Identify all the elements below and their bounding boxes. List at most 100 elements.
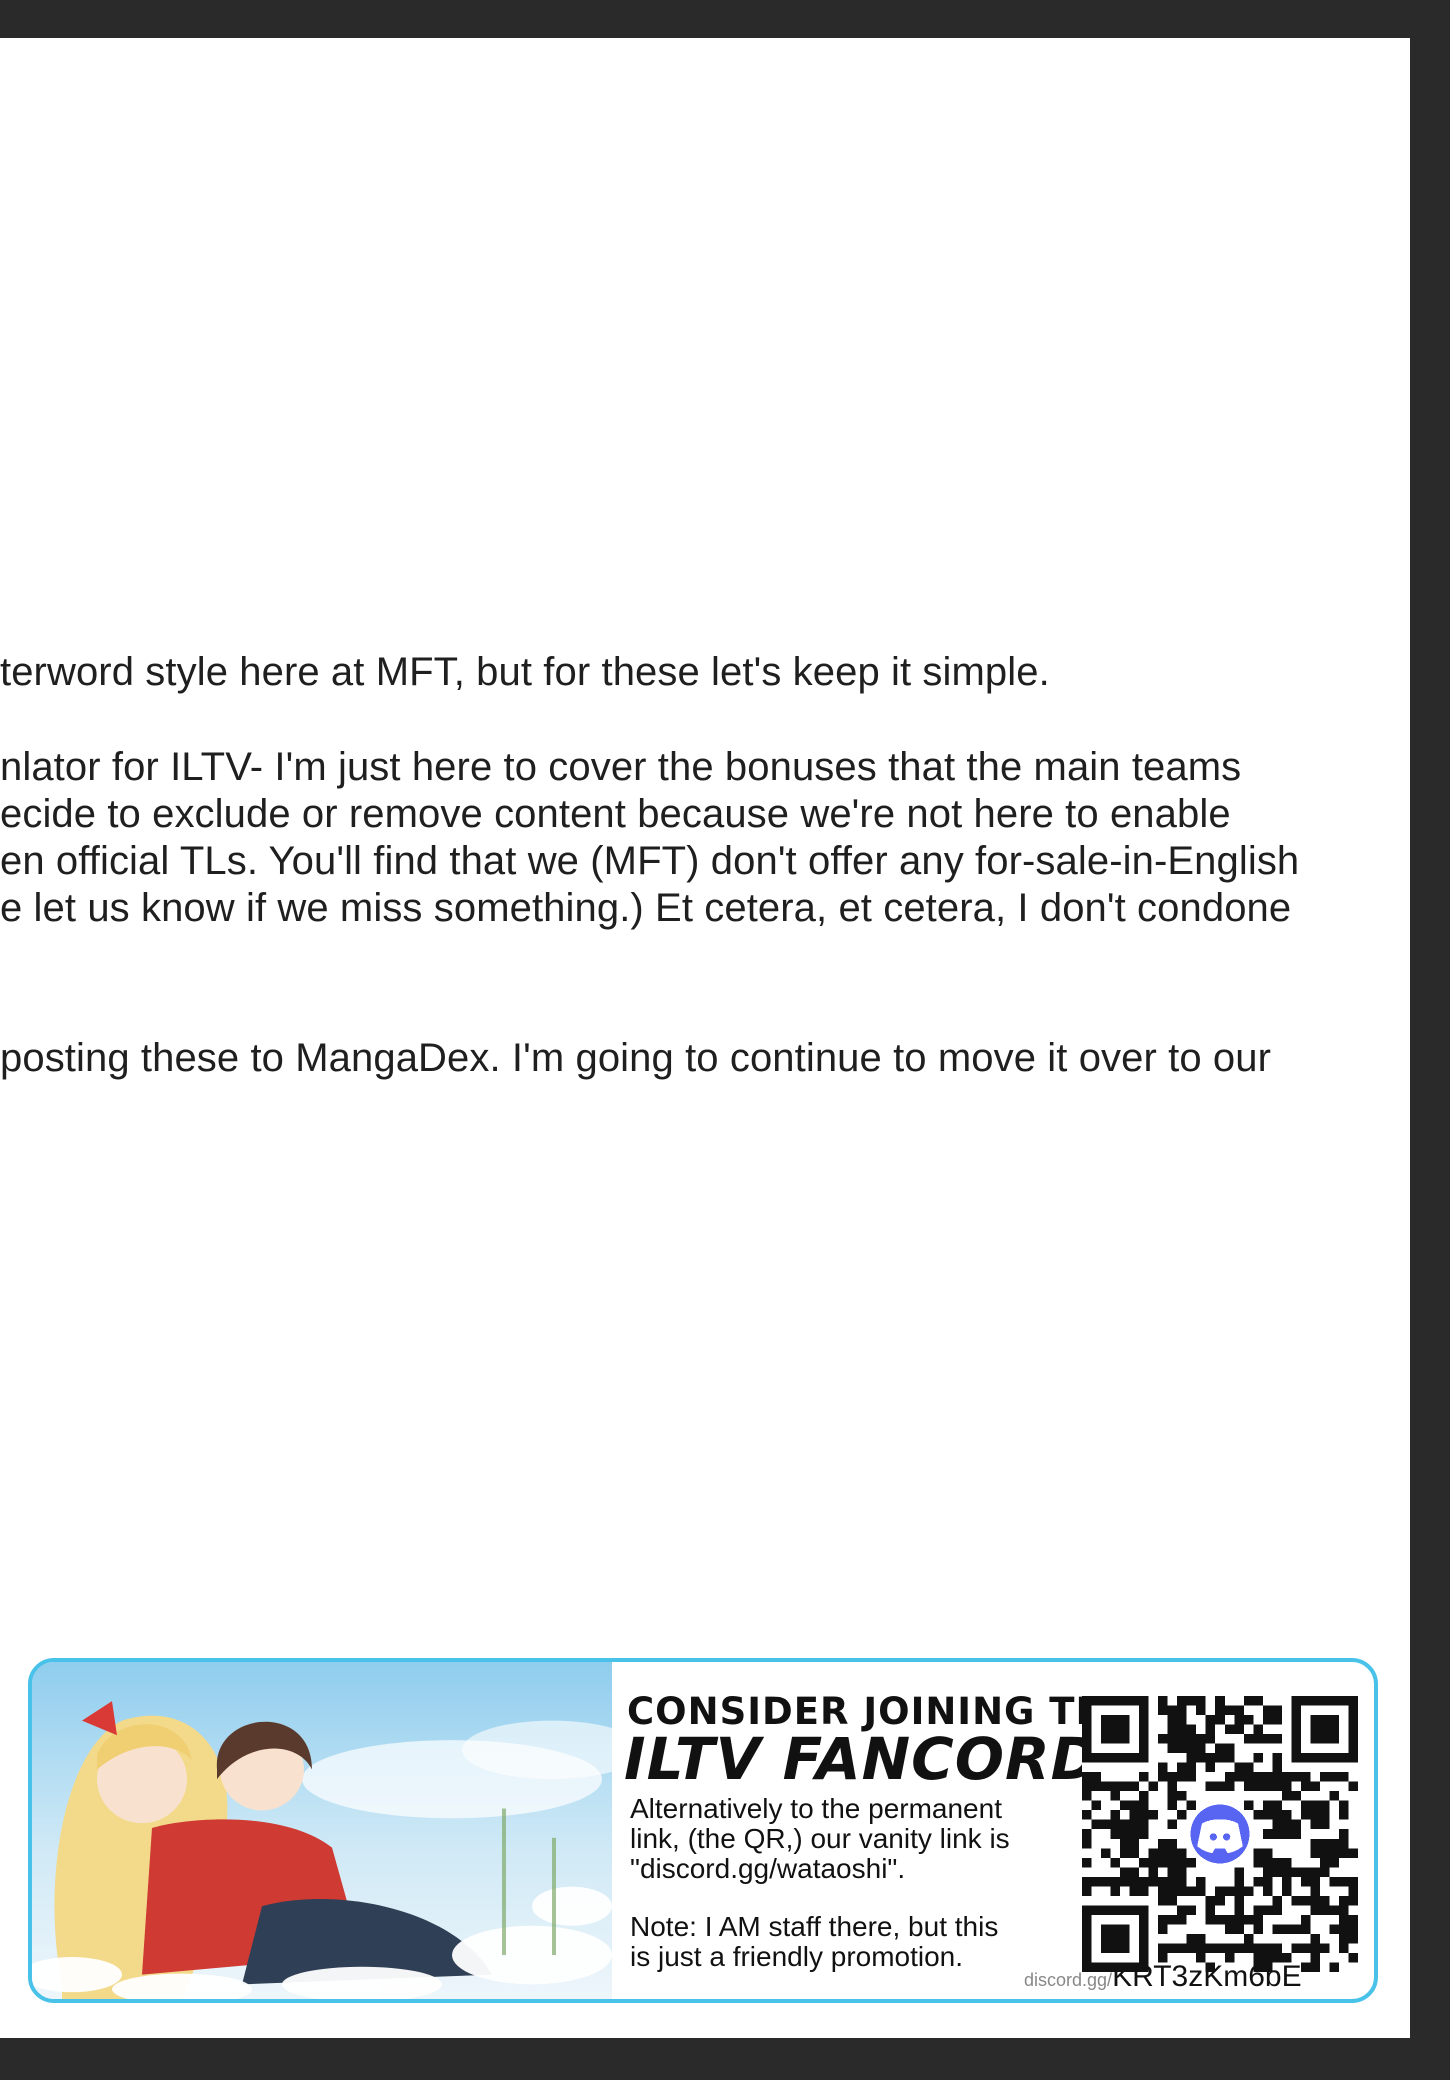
qr-module [1139, 1791, 1149, 1801]
qr-module [1329, 1857, 1339, 1868]
paragraph-line: en official TLs. You'll find that we (MF… [0, 839, 1300, 883]
qr-module [1129, 1819, 1140, 1830]
qr-module [1196, 1696, 1206, 1706]
qr-module [1329, 1924, 1339, 1934]
qr-module [1253, 1943, 1263, 1953]
qr-module [1129, 1867, 1140, 1877]
qr-module [1234, 1724, 1244, 1735]
qr-module [1272, 1772, 1282, 1782]
qr-module [1272, 1810, 1282, 1820]
qr-module [1186, 1743, 1197, 1754]
qr-module [1310, 1895, 1320, 1906]
qr-module [1319, 1819, 1330, 1830]
qr-module [1177, 1791, 1187, 1801]
qr-module [1224, 1753, 1235, 1763]
qr-module [1082, 1810, 1092, 1820]
qr-module [1319, 1895, 1330, 1906]
banner-body-line: Note: I AM staff there, but this [630, 1911, 999, 1942]
vanity-link-code: KRT3zKm6bE [1112, 1960, 1302, 1993]
qr-module [1215, 1886, 1225, 1896]
qr-module [1329, 1772, 1339, 1782]
qr-module [1158, 1762, 1168, 1773]
qr-module [1177, 1762, 1187, 1773]
qr-module [1253, 1905, 1263, 1915]
qr-module [1139, 1829, 1149, 1839]
qr-module [1167, 1819, 1178, 1830]
qr-module [1310, 1810, 1320, 1820]
qr-module [1167, 1867, 1178, 1877]
qr-module [1205, 1762, 1216, 1773]
qr-module [1129, 1781, 1140, 1792]
qr-module [1348, 1933, 1358, 1944]
qr-module [1101, 1848, 1111, 1858]
qr-module [1272, 1819, 1282, 1830]
qr-module [1177, 1715, 1187, 1725]
qr-module [1300, 1810, 1311, 1820]
qr-module [1167, 1838, 1178, 1849]
qr-module [1205, 1715, 1216, 1725]
qr-module [1186, 1762, 1197, 1773]
banner-body-line: Alternatively to the permanent [630, 1793, 1002, 1824]
qr-module [1205, 1943, 1216, 1953]
qr-module [1262, 1705, 1273, 1716]
vanity-link[interactable]: discord.gg/KRT3zKm6bE [1024, 1960, 1302, 1994]
paragraph-line: posting these to MangaDex. I'm going to … [0, 1036, 1272, 1080]
qr-module [1215, 1914, 1225, 1925]
qr-module [1158, 1924, 1168, 1934]
banner-headline-large: ILTV FANCORD! [624, 1725, 1128, 1793]
qr-module [1177, 1943, 1187, 1953]
qr-module [1167, 1705, 1178, 1716]
qr-module [1348, 1952, 1358, 1963]
qr-module [1177, 1772, 1187, 1782]
qr-module [1234, 1914, 1244, 1925]
qr-module [1167, 1800, 1178, 1811]
qr-module [1082, 1886, 1092, 1896]
qr-module [1291, 1924, 1301, 1934]
qr-module [1262, 1943, 1273, 1953]
qr-module [1101, 1819, 1111, 1830]
qr-module [1186, 1724, 1197, 1735]
qr-module [1291, 1819, 1301, 1830]
qr-module [1281, 1819, 1292, 1830]
qr-module [1348, 1848, 1358, 1858]
qr-module [1224, 1924, 1235, 1934]
qr-module [1167, 1848, 1178, 1858]
qr-code[interactable] [1082, 1696, 1358, 1972]
qr-module [1158, 1876, 1168, 1887]
qr-module [1215, 1943, 1225, 1953]
qr-module [1319, 1905, 1330, 1915]
banner-body-1: Alternatively to the permanent link, (th… [630, 1794, 1070, 1884]
qr-module [1329, 1838, 1339, 1849]
qr-module [1234, 1715, 1244, 1725]
qr-module [1272, 1800, 1282, 1811]
qr-module [1196, 1743, 1206, 1754]
qr-module [1291, 1772, 1301, 1782]
qr-module [1243, 1781, 1254, 1792]
qr-module [1300, 1895, 1311, 1906]
qr-module [1215, 1705, 1225, 1716]
qr-module [1253, 1924, 1263, 1934]
qr-module [1167, 1734, 1178, 1744]
qr-module [1338, 1933, 1349, 1944]
qr-module [1310, 1886, 1320, 1896]
qr-module [1215, 1895, 1225, 1906]
qr-module [1196, 1705, 1206, 1716]
qr-module [1110, 1829, 1121, 1839]
qr-module [1205, 1905, 1216, 1915]
qr-module [1310, 1952, 1320, 1963]
qr-module [1177, 1734, 1187, 1744]
qr-module [1186, 1905, 1197, 1915]
qr-module [1329, 1905, 1339, 1915]
qr-module [1224, 1705, 1235, 1716]
qr-module [1310, 1933, 1320, 1944]
qr-module [1272, 1705, 1282, 1716]
paragraph-line: ecide to exclude or remove content becau… [0, 792, 1231, 836]
paragraph-line: nlator for ILTV- I'm just here to cover … [0, 745, 1242, 789]
qr-module [1215, 1743, 1225, 1754]
qr-module [1148, 1857, 1159, 1868]
qr-module [1272, 1943, 1282, 1953]
qr-module [1300, 1914, 1311, 1925]
qr-module [1329, 1876, 1339, 1887]
qr-module [1234, 1905, 1244, 1915]
qr-module [1338, 1829, 1349, 1839]
